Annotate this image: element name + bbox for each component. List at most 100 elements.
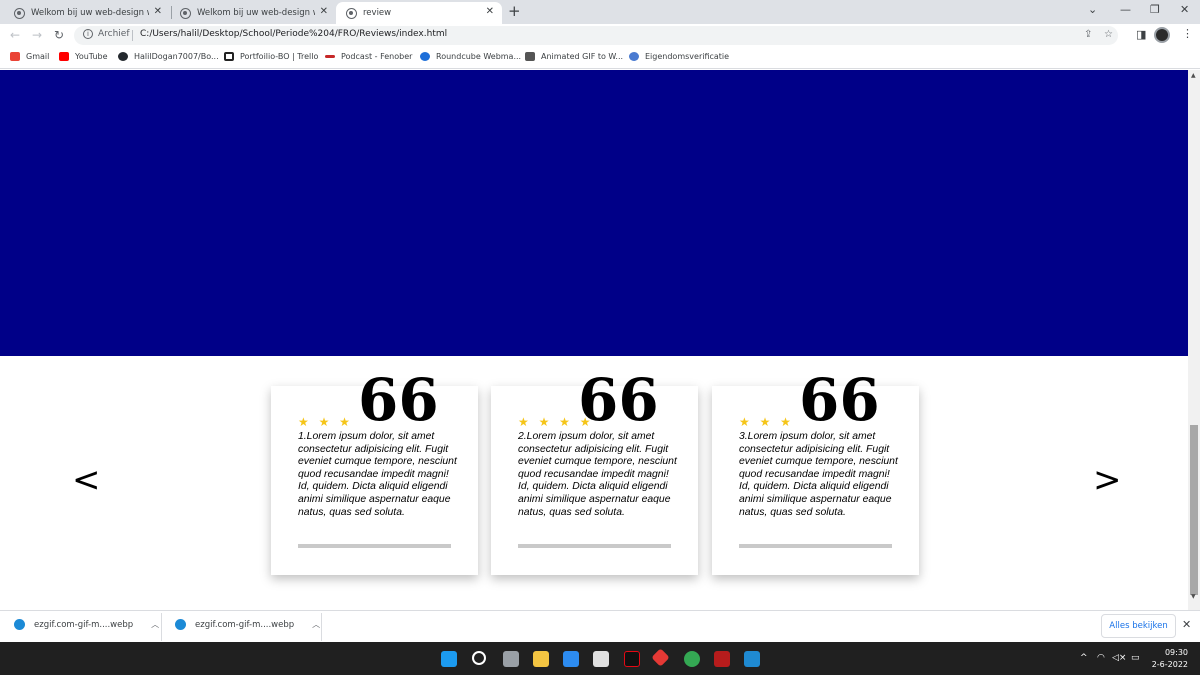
bookmark-label: Podcast - Fenober xyxy=(341,52,413,61)
back-arrow-icon[interactable]: ← xyxy=(10,28,20,42)
download-separator xyxy=(161,613,162,641)
close-window-icon[interactable]: ✕ xyxy=(1180,3,1189,16)
wifi-icon[interactable]: ◠ xyxy=(1097,653,1105,663)
tab-strip: Welkom bij uw web-design webs ✕ Welkom b… xyxy=(0,0,1200,24)
page-scrollbar[interactable]: ▲ ▼ xyxy=(1188,70,1200,610)
omnibox-divider xyxy=(132,30,133,41)
filezilla-icon[interactable] xyxy=(714,651,730,667)
bookmark-star-icon[interactable]: ☆ xyxy=(1104,29,1113,40)
page-viewport: < > 66 ★ ★ ★ 1.Lorem ipsum dolor, sit am… xyxy=(0,70,1188,610)
bookmark-label: HalilDogan7007/Bo... xyxy=(134,52,219,61)
forward-arrow-icon[interactable]: → xyxy=(32,28,42,42)
download-separator xyxy=(321,613,322,641)
download-filename: ezgif.com-gif-m....webp xyxy=(34,619,134,630)
scroll-down-icon[interactable]: ▼ xyxy=(1191,593,1196,600)
chevron-up-icon[interactable]: ︿ xyxy=(312,619,320,630)
bookmark-roundcube[interactable]: Roundcube Webma... xyxy=(420,52,521,61)
review-card-3: 66 ★ ★ ★ 3.Lorem ipsum dolor, sit amet c… xyxy=(712,371,919,575)
quote-icon: 66 xyxy=(799,366,880,434)
scrollbar-thumb[interactable] xyxy=(1190,425,1198,595)
share-icon[interactable]: ⇪ xyxy=(1084,29,1092,40)
trello-icon xyxy=(224,52,234,61)
security-label: Archief xyxy=(98,29,130,39)
toolbar: ← → ↻ i Archief C:/Users/halil/Desktop/S… xyxy=(0,24,1200,47)
tab-2[interactable]: Welkom bij uw web-design webs ✕ xyxy=(170,2,336,24)
side-panel-icon[interactable]: ◨ xyxy=(1136,28,1146,41)
tab-1[interactable]: Welkom bij uw web-design webs ✕ xyxy=(4,2,170,24)
bookmark-youtube[interactable]: YouTube xyxy=(59,52,108,61)
tab-label: Welkom bij uw web-design webs xyxy=(197,8,315,18)
globe-icon xyxy=(180,7,191,19)
close-icon[interactable]: ✕ xyxy=(486,6,494,17)
reload-icon[interactable]: ↻ xyxy=(54,28,64,42)
next-review-button[interactable]: > xyxy=(1093,460,1122,500)
file-explorer-icon[interactable] xyxy=(533,651,549,667)
chevron-up-icon[interactable]: ︿ xyxy=(151,619,159,630)
review-divider xyxy=(739,544,892,548)
bookmark-podcast[interactable]: Podcast - Fenober xyxy=(325,52,412,61)
tab-3-active[interactable]: review ✕ xyxy=(336,2,502,24)
download-item-1[interactable]: ezgif.com-gif-m....webp ︿ xyxy=(14,619,159,630)
bookmark-label: Animated GIF to W... xyxy=(541,52,624,61)
bookmark-github[interactable]: HalilDogan7007/Bo... xyxy=(118,52,219,61)
verification-icon xyxy=(629,52,639,61)
url-text[interactable]: C:/Users/halil/Desktop/School/Periode%20… xyxy=(140,29,447,39)
prev-review-button[interactable]: < xyxy=(72,460,101,500)
scroll-up-icon[interactable]: ▲ xyxy=(1191,72,1196,79)
new-tab-plus-icon[interactable]: + xyxy=(508,2,521,20)
minimize-icon[interactable]: — xyxy=(1120,3,1131,16)
profile-avatar[interactable] xyxy=(1154,27,1170,43)
star-rating: ★ ★ ★ xyxy=(298,415,353,429)
bookmark-ezgif[interactable]: Animated GIF to W... xyxy=(525,52,623,61)
review-text: 1.Lorem ipsum dolor, sit amet consectetu… xyxy=(298,431,457,518)
store-icon[interactable] xyxy=(593,651,609,667)
edge-icon xyxy=(14,619,25,630)
info-icon[interactable]: i xyxy=(83,29,93,39)
vscode-icon[interactable] xyxy=(744,651,760,667)
globe-icon xyxy=(346,7,357,19)
bookmark-eigendom[interactable]: Eigendomsverificatie xyxy=(629,52,729,61)
bookmark-label: Eigendomsverificatie xyxy=(645,52,730,61)
show-all-downloads-button[interactable]: Alles bekijken xyxy=(1101,614,1176,638)
download-item-2[interactable]: ezgif.com-gif-m....webp ︿ xyxy=(175,619,320,630)
roundcube-icon xyxy=(420,52,430,61)
review-divider xyxy=(518,544,671,548)
bookmark-label: YouTube xyxy=(75,52,108,61)
globe-icon xyxy=(14,7,25,19)
bookmark-label: Gmail xyxy=(26,52,50,61)
review-text: 3.Lorem ipsum dolor, sit amet consectetu… xyxy=(739,431,898,518)
address-bar[interactable]: i Archief C:/Users/halil/Desktop/School/… xyxy=(74,26,1118,45)
mail-icon[interactable] xyxy=(563,651,579,667)
downloads-bar: ezgif.com-gif-m....webp ︿ ezgif.com-gif-… xyxy=(0,610,1200,642)
tray-chevron-icon[interactable]: ^ xyxy=(1080,653,1088,663)
close-downloads-icon[interactable]: ✕ xyxy=(1182,618,1191,631)
clock-date: 2-6-2022 xyxy=(1151,660,1188,669)
star-rating: ★ ★ ★ xyxy=(739,415,794,429)
bookmarks-bar: Gmail YouTube HalilDogan7007/Bo... Portf… xyxy=(0,47,1200,69)
close-icon[interactable]: ✕ xyxy=(320,6,328,17)
tab-search-chevron-icon[interactable]: ⌄ xyxy=(1088,3,1097,16)
edge-icon xyxy=(175,619,186,630)
app-diamond-icon[interactable] xyxy=(651,648,670,667)
github-icon xyxy=(118,52,128,61)
search-icon[interactable] xyxy=(472,651,486,665)
bookmark-trello[interactable]: Portfoilio-BO | Trello xyxy=(224,52,318,61)
windows-start-icon[interactable] xyxy=(441,651,457,667)
netflix-icon[interactable] xyxy=(624,651,640,667)
bookmark-label: Roundcube Webma... xyxy=(436,52,522,61)
download-filename: ezgif.com-gif-m....webp xyxy=(195,619,295,630)
bookmark-gmail[interactable]: Gmail xyxy=(10,52,49,61)
volume-icon[interactable]: ◁× xyxy=(1112,653,1126,663)
restore-icon[interactable]: ❐ xyxy=(1150,3,1160,16)
system-clock[interactable]: 09:30 2-6-2022 xyxy=(1150,647,1188,671)
review-divider xyxy=(298,544,451,548)
tab-label: Welkom bij uw web-design webs xyxy=(31,8,149,18)
battery-icon[interactable]: ▭ xyxy=(1131,653,1140,663)
hero-banner xyxy=(0,70,1188,356)
chrome-icon[interactable] xyxy=(684,651,700,667)
task-view-icon[interactable] xyxy=(503,651,519,667)
close-icon[interactable]: ✕ xyxy=(154,6,162,17)
menu-dots-icon[interactable]: ⋮ xyxy=(1182,27,1193,40)
tab-label: review xyxy=(363,8,392,18)
star-rating: ★ ★ ★ ★ xyxy=(518,415,594,429)
